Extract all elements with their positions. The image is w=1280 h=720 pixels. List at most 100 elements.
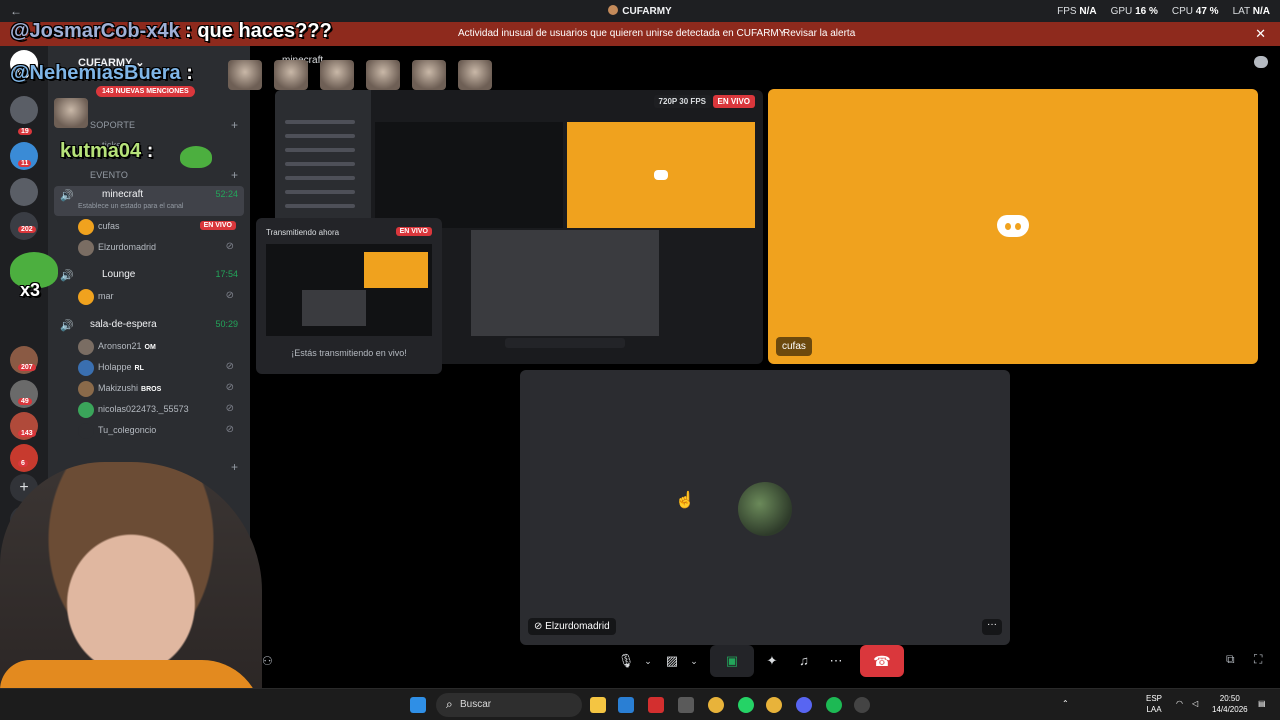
review-alert-link[interactable]: Revisar la alerta [783, 28, 855, 39]
windows-start-icon[interactable] [410, 697, 426, 713]
app-icon[interactable] [854, 697, 870, 713]
fullscreen-icon[interactable]: ⛶ [1254, 652, 1262, 667]
notifications-icon[interactable]: ▤ [1258, 698, 1266, 709]
cpu-stat: CPU 47 % [1171, 6, 1219, 17]
category-soporte[interactable]: SOPORTE [90, 120, 135, 130]
more-options-button[interactable]: ··· [982, 619, 1002, 635]
language-indicator[interactable]: ESP LAA [1146, 693, 1162, 715]
tray-overflow-icon[interactable]: ⌃ [1062, 698, 1069, 709]
discord-icon[interactable] [796, 697, 812, 713]
voice-member[interactable]: mar ⊘ [78, 288, 248, 306]
stream-preview-card: Transmitiendo ahora EN VIVO ¡Estás trans… [256, 218, 442, 374]
voice-member[interactable]: nicolas022473._55573 ⊘ [78, 401, 248, 419]
avatar [78, 360, 94, 376]
close-icon[interactable]: ✕ [1255, 26, 1266, 42]
participant-name: ⊘ Elzurdomadrid [528, 618, 616, 635]
voice-member[interactable]: Tu_colegoncio ⊘ [78, 422, 248, 440]
member-name: Makizushi BROS [98, 383, 162, 393]
activities-icon[interactable]: ✦ [756, 645, 788, 677]
spotify-icon[interactable] [826, 697, 842, 713]
member-tag: OM [144, 344, 156, 351]
soundboard-icon[interactable]: ♫ [788, 645, 820, 677]
avatar [738, 482, 792, 536]
member-name: cufas [98, 221, 120, 231]
voice-channel-name: minecraft [102, 189, 144, 200]
wps-icon[interactable] [648, 697, 664, 713]
disconnect-button[interactable]: ☎ [860, 645, 904, 677]
popout-icon[interactable]: ⧉ [1226, 652, 1235, 667]
muted-mic-icon: ⊘ [225, 361, 234, 372]
muted-mic-icon: ⊘ [225, 241, 234, 252]
server-icon [608, 5, 619, 15]
volume-icon[interactable]: ◁ [1192, 698, 1198, 709]
participant-name: cufas [776, 337, 812, 356]
emote-image [458, 60, 492, 90]
avatar [78, 339, 94, 355]
chrome-icon[interactable] [766, 697, 782, 713]
mention-badge: 6 [18, 460, 28, 467]
overlay-chat-line: @JosmarCob-x4k : que haces??? [10, 20, 332, 42]
chrome-icon[interactable] [708, 697, 724, 713]
voice-member[interactable]: Elzurdomadrid ⊘ [78, 239, 248, 257]
member-tag: BROS [141, 386, 162, 393]
overlay-chat-line: kutma04 : [60, 140, 154, 162]
voice-member[interactable]: Makizushi BROS ⊘ [78, 380, 248, 398]
muted-mic-icon: ⊘ [225, 403, 234, 414]
avatar [78, 423, 94, 439]
add-channel-icon[interactable]: + [231, 118, 238, 132]
voice-channel-lounge[interactable]: 🔊 Lounge 17:54 [54, 266, 244, 286]
channel-status-prompt[interactable]: Establece un estado para el canal [78, 203, 183, 210]
live-badge: EN VIVO [199, 221, 236, 230]
server-icon[interactable] [10, 178, 38, 206]
member-tag: RL [134, 365, 144, 372]
overlay-chat-line: @NehemiasBuera : [10, 62, 193, 84]
mention-badge: 11 [18, 160, 32, 167]
screen-share-icon[interactable]: ▣ [710, 645, 754, 677]
screen-content [471, 230, 659, 336]
mention-badge: 143 [18, 430, 36, 437]
emote-multiplier: x3 [20, 280, 41, 300]
avatar [78, 381, 94, 397]
voice-channel-minecraft[interactable]: 🔊 minecraft 52:24 Establece un estado pa… [54, 186, 244, 216]
file-explorer-icon[interactable] [590, 697, 606, 713]
emote-image [366, 60, 400, 90]
voice-channel-timer: 52:24 [215, 189, 238, 199]
new-mentions-pill[interactable]: 143 NUEVAS MENCIONES [96, 86, 195, 97]
emote-image [412, 60, 446, 90]
add-channel-icon[interactable]: + [231, 460, 238, 474]
taskbar-search[interactable]: ⌕ Buscar [436, 693, 582, 717]
screen-content [505, 338, 625, 348]
wifi-icon[interactable]: ◠ [1176, 698, 1183, 709]
voice-member[interactable]: cufas EN VIVO [78, 218, 248, 236]
speaker-icon: 🔊 [60, 190, 74, 202]
chevron-down-icon[interactable]: ⌄ [678, 645, 710, 677]
title-bar: ← CUFARMY FPS N/A GPU 16 % CPU 47 % LAT … [0, 0, 1280, 22]
emote-image [320, 60, 354, 90]
server-icon[interactable] [10, 96, 38, 124]
gpu-stat: GPU 16 % [1110, 6, 1158, 17]
add-people-icon[interactable]: ⚇ [262, 654, 273, 668]
voice-member[interactable]: Holappe RL ⊘ [78, 359, 248, 377]
performance-stats: FPS N/A GPU 16 % CPU 47 % LAT N/A [1057, 6, 1270, 17]
voice-member[interactable]: Aronson21 OM [78, 338, 248, 356]
whatsapp-icon[interactable] [738, 697, 754, 713]
member-name: mar [98, 291, 114, 301]
chat-icon[interactable] [1254, 56, 1268, 68]
more-icon[interactable]: ⋯ [820, 645, 852, 677]
muted-mic-icon: ⊘ [225, 424, 234, 435]
member-name: Holappe RL [98, 362, 144, 372]
deafened-icon: ⊘ [225, 290, 234, 301]
participant-tile-elzurdomadrid[interactable]: ⊘ Elzurdomadrid ··· [520, 370, 1010, 645]
add-channel-icon[interactable]: + [231, 168, 238, 182]
muted-mic-icon: ⊘ [534, 621, 546, 632]
store-icon[interactable] [678, 697, 694, 713]
server-icon[interactable] [10, 444, 38, 472]
voice-channel-sala-de-espera[interactable]: 🔊 sala-de-espera 50:29 [54, 316, 244, 336]
microsoft365-icon[interactable] [618, 697, 634, 713]
category-evento[interactable]: EVENTO [90, 170, 128, 180]
participant-tile-cufas[interactable]: cufas [768, 89, 1258, 364]
frog-emote-image [180, 146, 212, 168]
preview-title: Transmitiendo ahora [266, 228, 340, 237]
clock[interactable]: 20:50 14/4/2026 [1212, 693, 1248, 715]
mention-badge: 19 [18, 128, 32, 135]
